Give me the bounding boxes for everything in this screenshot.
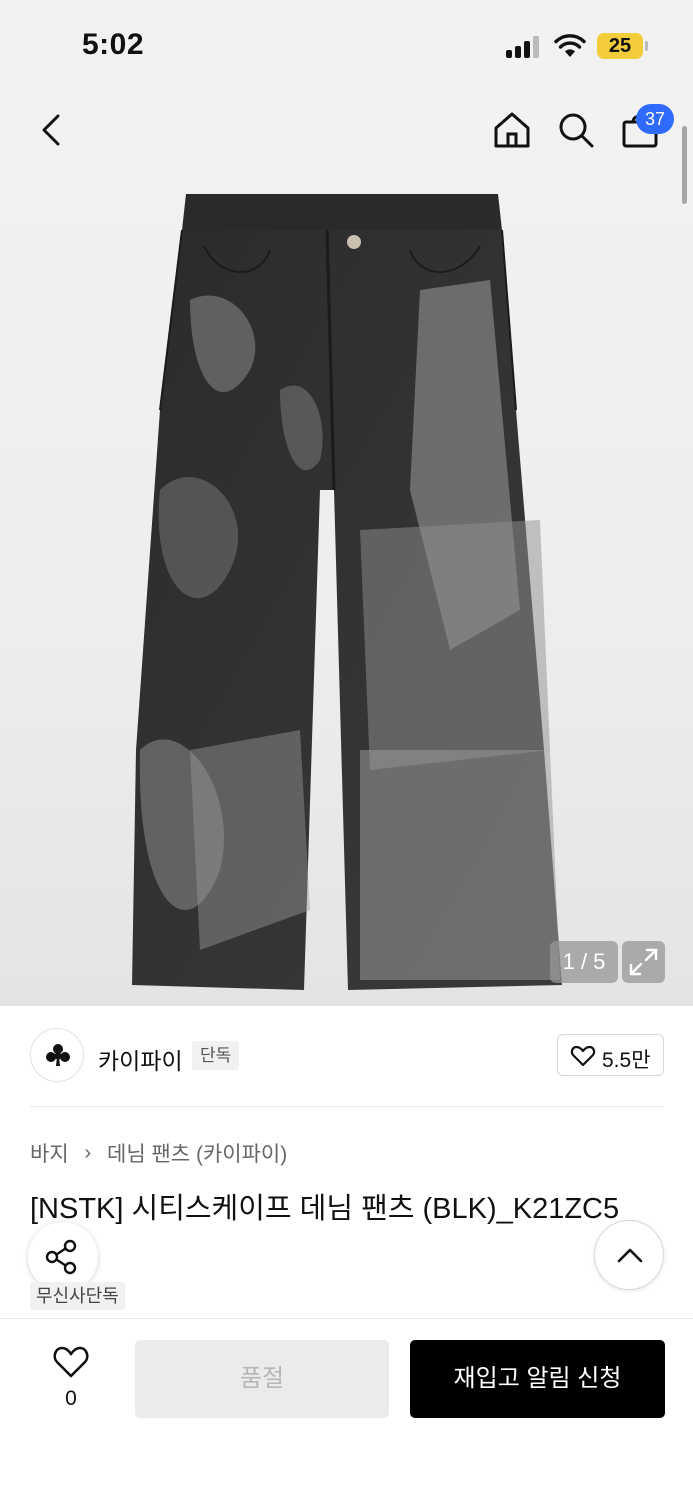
product-image xyxy=(132,194,562,990)
exclusive-tag: 단독 xyxy=(192,1041,240,1070)
search-icon[interactable] xyxy=(554,108,598,152)
musinsa-exclusive-tag: 무신사단독 xyxy=(30,1282,125,1310)
wishlist-count: 0 xyxy=(65,1387,77,1410)
status-bar: 5:02 25 xyxy=(0,0,693,92)
wifi-icon xyxy=(554,34,586,57)
battery-icon: 25 xyxy=(597,33,643,59)
restock-alert-button[interactable]: 재입고 알림 신청 xyxy=(410,1340,665,1418)
brand-like-button[interactable]: 5.5만 xyxy=(557,1034,664,1076)
image-page-counter: 1 / 5 xyxy=(550,941,618,983)
chevron-up-icon xyxy=(617,1248,643,1263)
home-icon[interactable] xyxy=(490,108,534,152)
back-arrow-icon[interactable] xyxy=(34,110,74,150)
cart-count-badge: 37 xyxy=(636,104,674,134)
scrollbar[interactable] xyxy=(682,126,687,204)
battery-cap xyxy=(645,41,648,51)
signal-icon xyxy=(506,36,542,58)
brand-logo[interactable] xyxy=(30,1028,84,1082)
expand-button[interactable] xyxy=(622,941,665,983)
chevron-right-icon: › xyxy=(84,1141,92,1164)
scroll-top-button[interactable] xyxy=(594,1220,664,1290)
product-title: [NSTK] 시티스케이프 데님 팬츠 (BLK)_K21ZC5 xyxy=(30,1193,620,1225)
breadcrumb-subcategory[interactable]: 데님 팬츠 (카이파이) xyxy=(107,1143,287,1166)
brand-like-count: 5.5만 xyxy=(602,1049,651,1072)
breadcrumb-category[interactable]: 바지 xyxy=(30,1143,69,1166)
status-time: 5:02 xyxy=(82,28,145,61)
breadcrumb: 바지 › 데님 팬츠 (카이파이) xyxy=(30,1138,287,1168)
club-icon xyxy=(46,1044,70,1066)
brand-name[interactable]: 카이파이 xyxy=(98,1042,183,1076)
expand-icon xyxy=(629,948,658,976)
wishlist-heart-icon[interactable] xyxy=(52,1344,90,1380)
soldout-button: 품절 xyxy=(135,1340,389,1418)
divider xyxy=(30,1106,664,1107)
heart-outline-icon xyxy=(570,1045,596,1067)
